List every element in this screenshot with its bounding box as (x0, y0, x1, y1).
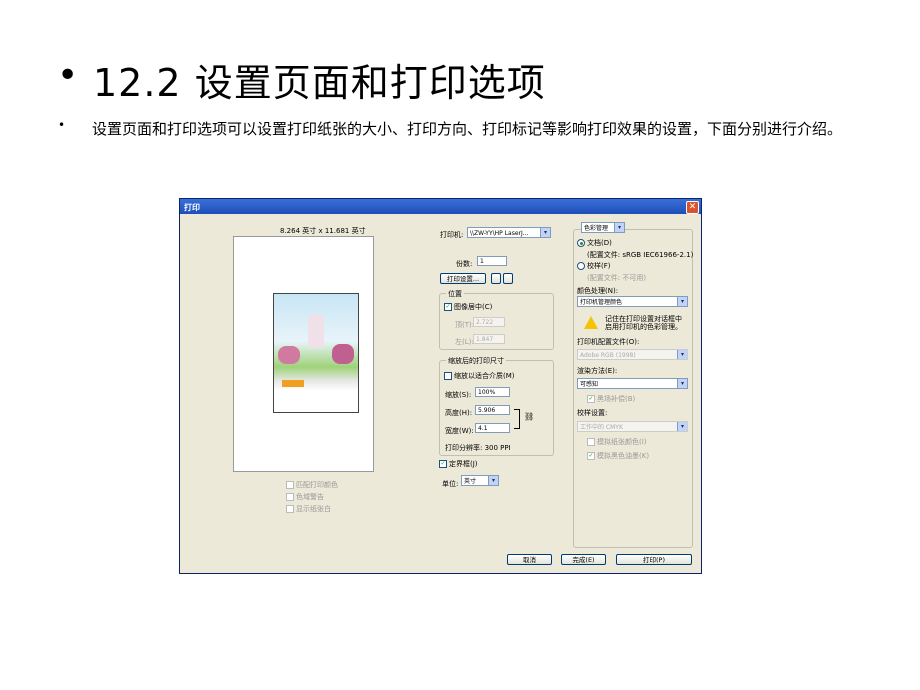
center-image-checkbox[interactable]: ✓ 图像居中(C) (444, 302, 492, 312)
rendering-intent-select[interactable]: 可感知 ▾ (577, 378, 688, 389)
document-profile: (配置文件: sRGB IEC61966-2.1) (587, 251, 694, 259)
chevron-down-icon: ▾ (677, 297, 687, 306)
preview-image[interactable] (273, 293, 359, 413)
paper-size-label: 8.264 英寸 x 11.681 英寸 (280, 227, 366, 235)
proof-setup-select[interactable]: 工作中的 CMYK ▾ (577, 421, 688, 432)
landscape-icon[interactable] (503, 273, 513, 284)
height-input[interactable]: 5.906 (475, 405, 510, 415)
left-input[interactable]: 1.847 (473, 334, 505, 344)
slide-subtitle: 设置页面和打印选项可以设置打印纸张的大小、打印方向、打印标记等影响打印效果的设置… (92, 120, 843, 138)
simulate-black-ink[interactable]: ✓ 模拟黑色油墨(K) (587, 451, 649, 461)
subtitle-bullet: • (58, 118, 66, 132)
left-label: 左(L): (455, 338, 474, 346)
page-setup-button[interactable]: 打印设置... (440, 273, 486, 284)
fit-media-checkbox[interactable]: 缩放以适合介质(M) (444, 371, 515, 381)
title-bullet: • (57, 55, 79, 96)
warning-text: 记住在打印设置对话框中启用打印机的色彩管理。 (605, 315, 682, 331)
unit-label: 单位: (442, 480, 459, 488)
chevron-down-icon: ▾ (677, 350, 687, 359)
black-point-compensation[interactable]: ✓ 黑场补偿(B) (587, 394, 635, 404)
slide-title: 12.2 设置页面和打印选项 (93, 61, 546, 105)
chevron-down-icon: ▾ (677, 379, 687, 388)
document-radio[interactable]: 文档(D) (577, 238, 612, 248)
chevron-down-icon: ▾ (677, 422, 687, 431)
color-handling-select[interactable]: 打印机管理颜色 ▾ (577, 296, 688, 307)
match-print-colors[interactable]: 匹配打印颜色 (286, 479, 338, 491)
dialog-title-bar[interactable]: 打印 ✕ (180, 199, 701, 214)
bounding-box-checkbox[interactable]: ✓ 定界框(J) (439, 459, 478, 469)
scale-label: 缩放(S): (445, 391, 472, 399)
scale-input[interactable]: 100% (475, 387, 510, 397)
printer-select[interactable]: \\ZW-YY\HP LaserJ... ▾ (467, 227, 551, 238)
copies-input[interactable]: 1 (477, 256, 507, 266)
printer-profile-select[interactable]: Adobe RGB (1998) ▾ (577, 349, 688, 360)
warning-icon (584, 316, 598, 329)
cancel-button[interactable]: 取消 (507, 554, 552, 565)
close-icon[interactable]: ✕ (686, 201, 699, 214)
chevron-down-icon: ▾ (540, 228, 550, 237)
show-paper-white[interactable]: 显示纸张白 (286, 503, 338, 515)
proof-radio[interactable]: 校样(F) (577, 261, 611, 271)
printer-profile-label: 打印机配置文件(O): (577, 338, 640, 346)
gamut-warning[interactable]: 色域警告 (286, 491, 338, 503)
print-button[interactable]: 打印(P) (616, 554, 692, 565)
dialog-title: 打印 (184, 203, 200, 212)
print-dialog: 打印 ✕ 8.264 英寸 x 11.681 英寸 匹配打印颜色 色域警告 显示… (179, 198, 702, 574)
link-bracket (514, 409, 520, 429)
copies-label: 份数: (456, 260, 473, 268)
width-input[interactable]: 4.1 (475, 423, 510, 433)
top-input[interactable]: 2.722 (473, 317, 505, 327)
height-label: 高度(H): (445, 409, 473, 417)
unit-select[interactable]: 英寸 ▾ (461, 475, 499, 486)
proof-profile: (配置文件: 不可用) (587, 274, 647, 282)
simulate-paper-color[interactable]: 模拟纸张颜色(I) (587, 437, 647, 447)
proof-setup-label: 校样设置: (577, 409, 608, 417)
scaled-size-label: 缩放后的打印尺寸 (446, 356, 506, 366)
done-button[interactable]: 完成(E) (561, 554, 606, 565)
portrait-icon[interactable] (491, 273, 501, 284)
chevron-down-icon: ▾ (614, 223, 624, 232)
chain-link-icon[interactable]: ⛓ (524, 412, 534, 421)
top-label: 顶(T): (455, 321, 475, 329)
color-management-select[interactable]: 色彩管理 ▾ (581, 222, 625, 233)
rendering-intent-label: 渲染方法(E): (577, 367, 618, 375)
color-handling-label: 颜色处理(N): (577, 287, 619, 295)
print-resolution: 打印分辨率: 300 PPI (445, 444, 511, 452)
chevron-down-icon: ▾ (488, 476, 498, 485)
printer-label: 打印机: (440, 231, 464, 239)
width-label: 宽度(W): (445, 427, 474, 435)
position-group-label: 位置 (446, 289, 464, 299)
